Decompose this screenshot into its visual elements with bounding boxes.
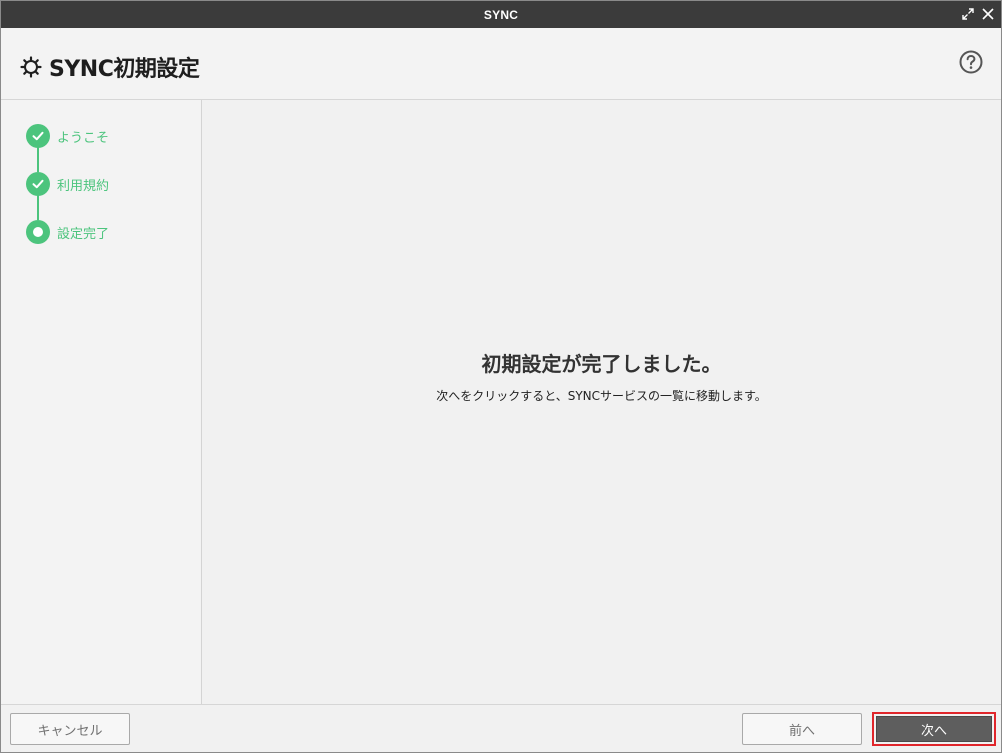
titlebar: SYNC [1,1,1001,28]
step-label: 利用規約 [57,178,110,194]
prev-button[interactable]: 前へ [742,713,862,745]
step-sidebar: ようこそ 利用規約 設定完了 [1,100,202,704]
step-label: 設定完了 [57,226,110,242]
window-title: SYNC [483,7,519,22]
check-icon [26,172,50,196]
step-label: ようこそ [57,130,110,146]
main-content: 初期設定が完了しました。 次へをクリックすると、SYNCサービスの一覧に移動しま… [202,100,1001,704]
dot-icon [26,220,50,244]
step-terms: 利用規約 [26,172,109,196]
step-welcome: ようこそ [26,124,109,148]
next-button-focus-outline: 次へ [872,712,996,746]
check-icon [26,124,50,148]
gear-icon [19,55,43,79]
close-icon[interactable] [979,5,997,23]
cancel-button[interactable]: キャンセル [10,713,130,745]
help-circle-icon[interactable] [958,49,984,75]
footer-bar: キャンセル 前へ 次へ [1,704,1001,752]
expand-icon[interactable] [959,5,977,23]
sync-window: SYNC SYNC初期設定 ようこそ 利用規約 設定完了 初期設定が完了しました… [0,0,1002,753]
page-header: SYNC初期設定 [1,28,1001,100]
step-connector [37,147,39,172]
completion-heading: 初期設定が完了しました。 [481,352,722,376]
page-title: SYNC初期設定 [49,57,200,82]
step-connector [37,195,39,220]
window-controls [959,5,997,23]
next-button[interactable]: 次へ [876,716,992,742]
completion-message: 次へをクリックすると、SYNCサービスの一覧に移動します。 [436,389,767,403]
step-complete: 設定完了 [26,220,109,244]
